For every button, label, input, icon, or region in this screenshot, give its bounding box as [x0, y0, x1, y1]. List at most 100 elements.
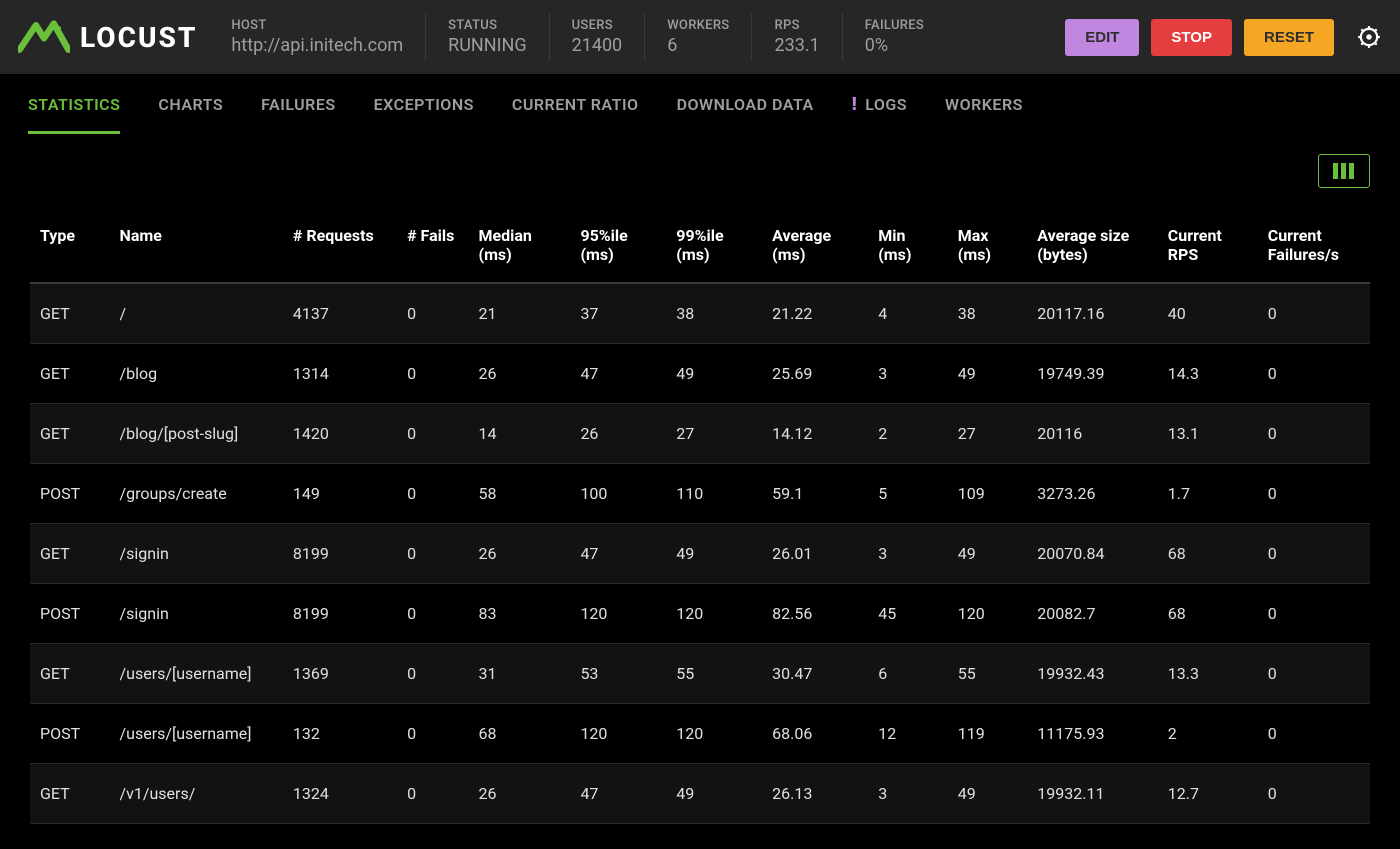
cell-current_rps: 2	[1158, 704, 1258, 764]
table-row: GET/signin8199026474926.0134920070.84680	[30, 524, 1370, 584]
cell-avg: 59.1	[762, 464, 868, 524]
cell-requests: 1314	[283, 344, 397, 404]
cell-p95: 120	[570, 584, 666, 644]
tab-workers[interactable]: WORKERS	[945, 75, 1023, 134]
tab-logs[interactable]: ! LOGS	[852, 74, 907, 135]
col-requests[interactable]: # Requests	[283, 208, 397, 283]
cell-min: 5	[868, 464, 948, 524]
reset-button[interactable]: RESET	[1244, 19, 1334, 56]
col-median[interactable]: Median (ms)	[468, 208, 570, 283]
cell-avg: 82.56	[762, 584, 868, 644]
cell-p99: 120	[666, 584, 762, 644]
cell-median: 31	[468, 644, 570, 704]
users-label: USERS	[572, 18, 623, 33]
stats-table-wrap: Type Name # Requests # Fails Median (ms)…	[0, 188, 1400, 824]
cell-type: POST	[30, 584, 110, 644]
col-max[interactable]: Max (ms)	[948, 208, 1028, 283]
cell-requests: 4137	[283, 283, 397, 344]
cell-current_rps: 1.7	[1158, 464, 1258, 524]
cell-p99: 27	[666, 404, 762, 464]
cell-current_fails: 0	[1258, 283, 1370, 344]
cell-fails: 0	[397, 704, 468, 764]
cell-type: GET	[30, 344, 110, 404]
cell-current_rps: 14.3	[1158, 344, 1258, 404]
tab-statistics[interactable]: STATISTICS	[28, 75, 120, 134]
cell-current_fails: 0	[1258, 404, 1370, 464]
workers-label: WORKERS	[667, 18, 729, 33]
cell-name: /blog/[post-slug]	[110, 404, 283, 464]
col-current-rps[interactable]: Current RPS	[1158, 208, 1258, 283]
col-fails[interactable]: # Fails	[397, 208, 468, 283]
tab-exceptions[interactable]: EXCEPTIONS	[374, 75, 474, 134]
col-avg-size[interactable]: Average size (bytes)	[1027, 208, 1158, 283]
cell-p95: 53	[570, 644, 666, 704]
col-p95[interactable]: 95%ile (ms)	[570, 208, 666, 283]
col-name[interactable]: Name	[110, 208, 283, 283]
stop-button[interactable]: STOP	[1151, 19, 1232, 56]
cell-current_fails: 0	[1258, 344, 1370, 404]
cell-median: 83	[468, 584, 570, 644]
cell-fails: 0	[397, 524, 468, 584]
cell-avg: 68.06	[762, 704, 868, 764]
cell-requests: 8199	[283, 524, 397, 584]
cell-name: /users/[username]	[110, 704, 283, 764]
cell-max: 49	[948, 344, 1028, 404]
cell-type: POST	[30, 464, 110, 524]
cell-median: 21	[468, 283, 570, 344]
cell-min: 4	[868, 283, 948, 344]
cell-p95: 100	[570, 464, 666, 524]
cell-name: /blog	[110, 344, 283, 404]
col-type[interactable]: Type	[30, 208, 110, 283]
cell-current_rps: 13.1	[1158, 404, 1258, 464]
table-row: POST/groups/create14905810011059.1510932…	[30, 464, 1370, 524]
cell-avg: 21.22	[762, 283, 868, 344]
col-min[interactable]: Min (ms)	[868, 208, 948, 283]
cell-min: 3	[868, 524, 948, 584]
cell-requests: 132	[283, 704, 397, 764]
cell-current_rps: 13.3	[1158, 644, 1258, 704]
columns-button[interactable]	[1318, 154, 1370, 188]
cell-avg_size: 19932.11	[1027, 764, 1158, 824]
cell-avg_size: 19932.43	[1027, 644, 1158, 704]
failures-label: FAILURES	[865, 18, 924, 33]
tab-current-ratio[interactable]: CURRENT RATIO	[512, 75, 639, 134]
cell-fails: 0	[397, 644, 468, 704]
cell-fails: 0	[397, 404, 468, 464]
cell-p99: 110	[666, 464, 762, 524]
cell-p99: 49	[666, 344, 762, 404]
nav-tabs: STATISTICS CHARTS FAILURES EXCEPTIONS CU…	[0, 74, 1400, 134]
locust-icon	[18, 17, 70, 57]
col-average[interactable]: Average (ms)	[762, 208, 868, 283]
tab-download-data[interactable]: DOWNLOAD DATA	[677, 75, 814, 134]
cell-current_fails: 0	[1258, 764, 1370, 824]
cell-avg: 14.12	[762, 404, 868, 464]
cell-type: GET	[30, 644, 110, 704]
cell-avg_size: 20082.7	[1027, 584, 1158, 644]
host-value: http://api.initech.com	[231, 35, 403, 56]
cell-p95: 26	[570, 404, 666, 464]
failures-value: 0%	[865, 35, 924, 56]
cell-type: GET	[30, 283, 110, 344]
tab-failures[interactable]: FAILURES	[261, 75, 335, 134]
table-row: POST/signin819908312012082.564512020082.…	[30, 584, 1370, 644]
col-p99[interactable]: 99%ile (ms)	[666, 208, 762, 283]
tab-logs-label: LOGS	[865, 95, 907, 114]
tab-charts[interactable]: CHARTS	[158, 75, 223, 134]
edit-button[interactable]: EDIT	[1065, 19, 1139, 56]
col-current-fails[interactable]: Current Failures/s	[1258, 208, 1370, 283]
cell-name: /signin	[110, 524, 283, 584]
cell-avg: 26.01	[762, 524, 868, 584]
cell-requests: 1324	[283, 764, 397, 824]
cell-p99: 38	[666, 283, 762, 344]
cell-avg_size: 20070.84	[1027, 524, 1158, 584]
cell-min: 3	[868, 764, 948, 824]
cell-fails: 0	[397, 464, 468, 524]
cell-min: 3	[868, 344, 948, 404]
settings-icon[interactable]	[1356, 24, 1382, 50]
cell-current_fails: 0	[1258, 704, 1370, 764]
table-row: GET/v1/users/1324026474926.1334919932.11…	[30, 764, 1370, 824]
cell-max: 49	[948, 764, 1028, 824]
stat-failures: FAILURES 0%	[842, 13, 946, 61]
cell-p99: 49	[666, 764, 762, 824]
header-bar: LOCUST HOST http://api.initech.com STATU…	[0, 0, 1400, 74]
